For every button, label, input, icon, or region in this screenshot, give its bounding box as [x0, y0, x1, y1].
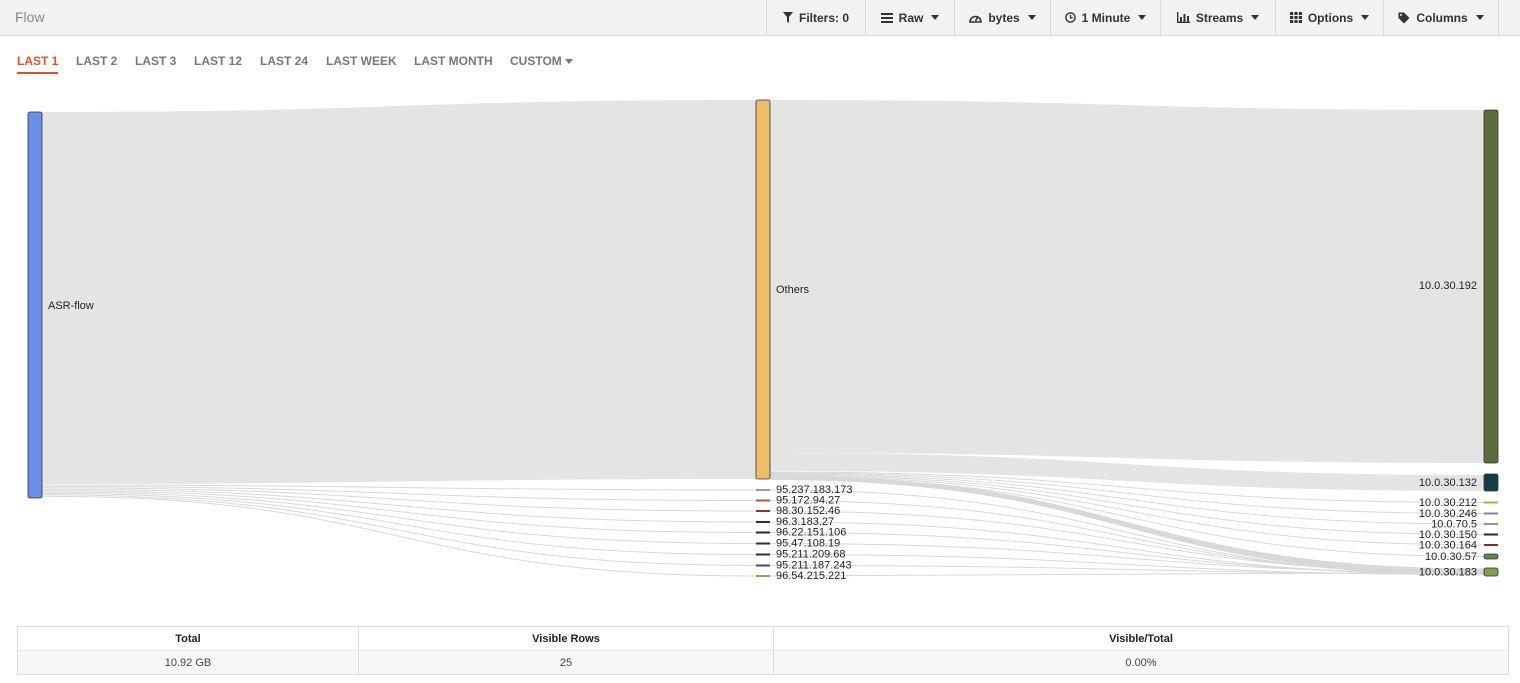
columns-label: Columns — [1416, 10, 1468, 25]
node-10-0-30-57[interactable] — [1483, 553, 1499, 560]
tab-last-24[interactable]: LAST 24 — [260, 54, 308, 72]
tab-last-3[interactable]: LAST 3 — [135, 54, 176, 72]
interval-label: 1 Minute — [1081, 10, 1131, 25]
node-95-47-108-19[interactable] — [756, 542, 770, 545]
summary-visible-rows-value: 25 — [358, 650, 774, 675]
tab-custom[interactable]: CUSTOM — [510, 54, 573, 72]
bytes-label: bytes — [988, 10, 1020, 25]
node-label-10-0-30-57: 10.0.30.57 — [1425, 551, 1477, 563]
options-label: Options — [1307, 10, 1354, 25]
summary-total-value: 10.92 GB — [17, 650, 359, 675]
summary-table: Total Visible Rows Visible/Total 10.92 G… — [17, 626, 1509, 675]
node-96-22-151-106[interactable] — [756, 531, 770, 534]
node-asr-flow[interactable] — [27, 111, 43, 499]
node-98-30-152-46[interactable] — [756, 510, 770, 512]
node-label-10-0-30-132: 10.0.30.132 — [1419, 477, 1477, 489]
chevron-down-icon — [1475, 15, 1484, 20]
node-others[interactable] — [755, 99, 771, 480]
chevron-down-icon — [931, 15, 940, 20]
bytes-dropdown[interactable]: bytes — [954, 0, 1050, 35]
summary-ratio-value: 0.00% — [773, 650, 1509, 675]
tab-last-week[interactable]: LAST WEEK — [326, 54, 397, 72]
node-label-asr-flow: ASR-flow — [48, 300, 94, 312]
link-asr-flow-others — [42, 100, 756, 484]
list-icon — [880, 12, 893, 23]
node-96-54-215-221[interactable] — [756, 575, 770, 577]
node-10-0-30-183[interactable] — [1483, 567, 1499, 577]
link-98-30-152-46-10-0-30-183 — [769, 510, 1485, 573]
node-10-0-30-192[interactable] — [1483, 109, 1499, 464]
summary-header-row: Total Visible Rows Visible/Total — [17, 626, 1509, 651]
node-95-237-183-173[interactable] — [756, 489, 770, 491]
tab-last-2[interactable]: LAST 2 — [76, 54, 117, 72]
tab-custom-label: CUSTOM — [510, 54, 562, 68]
columns-dropdown[interactable]: Columns — [1383, 0, 1499, 35]
streams-dropdown[interactable]: Streams — [1160, 0, 1275, 35]
link-95-172-94-27-10-0-30-183 — [769, 500, 1485, 574]
node-10-0-30-132[interactable] — [1483, 473, 1499, 492]
tab-last-1[interactable]: LAST 1 — [17, 54, 59, 74]
node-10-0-30-212[interactable] — [1484, 501, 1498, 504]
node-10-0-30-164[interactable] — [1484, 544, 1498, 546]
link-asr-flow-95-211-209-68 — [41, 492, 757, 555]
app-title: Flow — [15, 9, 45, 25]
link-others-10-0-30-183-1 — [769, 476, 1485, 571]
top-toolbar: Flow Filters: 0 Raw bytes 1 Minute Strea… — [0, 0, 1520, 36]
link-others-10-0-30-183-7 — [769, 479, 1485, 576]
link-asr-flow-96-54-215-221 — [41, 495, 757, 577]
raw-label: Raw — [898, 10, 924, 25]
node-10-0-30-246[interactable] — [1484, 512, 1498, 515]
interval-dropdown[interactable]: 1 Minute — [1050, 0, 1160, 35]
chevron-down-icon — [1361, 15, 1370, 20]
node-10-0-30-150[interactable] — [1484, 533, 1498, 536]
filters-button[interactable]: Filters: 0 — [766, 0, 865, 35]
tab-last-month[interactable]: LAST MONTH — [414, 54, 493, 72]
chevron-down-icon — [1027, 15, 1036, 20]
summary-header-ratio: Visible/Total — [773, 626, 1509, 651]
streams-label: Streams — [1195, 10, 1244, 25]
options-dropdown[interactable]: Options — [1275, 0, 1383, 35]
summary-header-visible-rows: Visible Rows — [358, 626, 774, 651]
chevron-down-icon — [564, 59, 573, 65]
node-label-others: Others — [776, 284, 810, 296]
node-label-10-0-30-164: 10.0.30.164 — [1419, 539, 1477, 551]
sankey-chart: ASR-flowOthers95.237.183.17395.172.94.27… — [27, 99, 1499, 582]
node-95-211-209-68[interactable] — [756, 553, 770, 556]
chevron-down-icon — [1251, 15, 1260, 20]
node-95-172-94-27[interactable] — [756, 499, 770, 502]
node-10-0-70-5[interactable] — [1484, 523, 1498, 525]
link-asr-flow-95-237-183-173 — [41, 484, 757, 491]
node-label-96-54-215-221: 96.54.215.221 — [776, 570, 846, 582]
grid-icon — [1289, 12, 1302, 23]
clock-icon — [1064, 12, 1076, 23]
filter-icon — [782, 12, 793, 23]
summary-row: 10.92 GB 25 0.00% — [17, 650, 1509, 675]
link-others-10-0-30-183-3 — [769, 477, 1485, 572]
bar-chart-icon — [1176, 12, 1190, 23]
dashboard-icon — [969, 15, 983, 23]
node-95-211-187-243[interactable] — [756, 564, 770, 567]
filters-label: Filters: 0 — [798, 10, 849, 25]
node-96-3-183-27[interactable] — [756, 521, 770, 523]
node-label-10-0-30-192: 10.0.30.192 — [1419, 280, 1477, 292]
node-label-10-0-30-183: 10.0.30.183 — [1419, 566, 1477, 578]
link-others-10-0-30-192 — [770, 100, 1484, 463]
summary-header-total: Total — [17, 626, 359, 651]
tags-icon — [1398, 12, 1410, 23]
chevron-down-icon — [1138, 15, 1147, 20]
raw-dropdown[interactable]: Raw — [865, 0, 954, 35]
tab-last-12[interactable]: LAST 12 — [194, 54, 242, 72]
